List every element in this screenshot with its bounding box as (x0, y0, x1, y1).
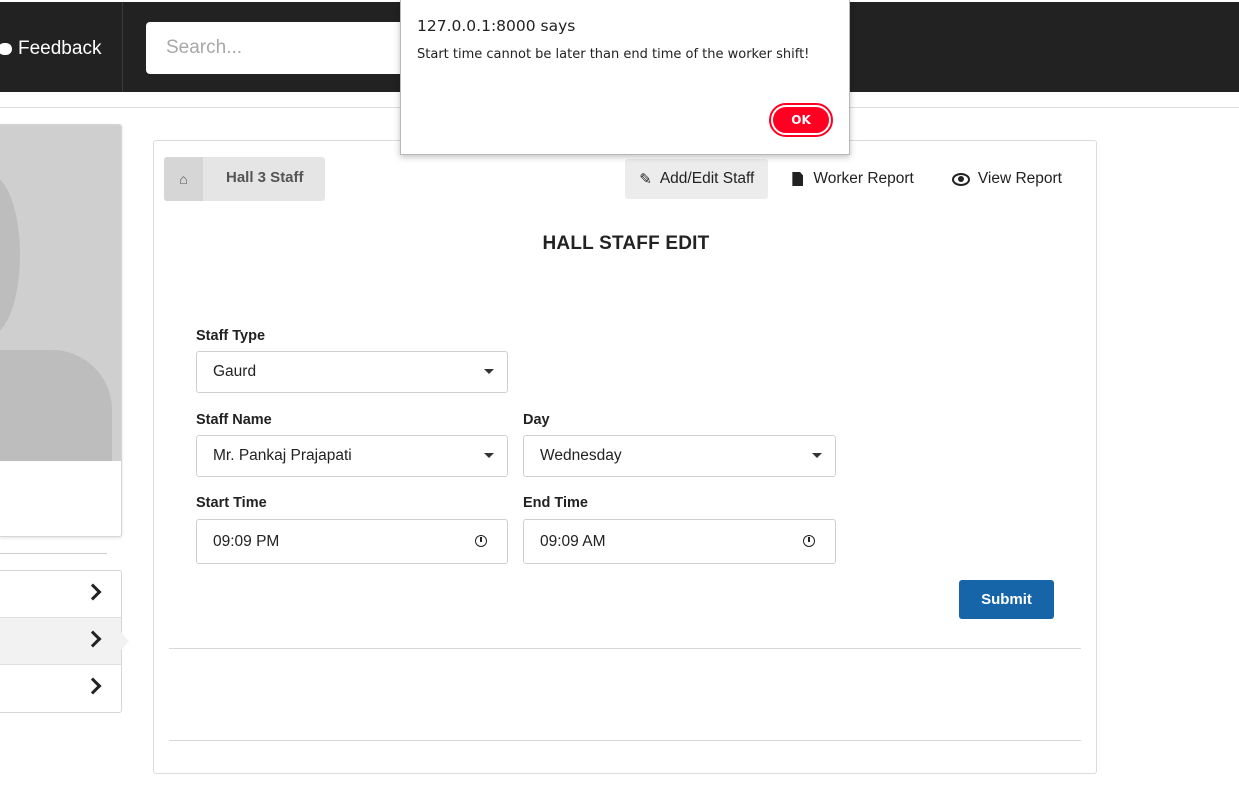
navbar-divider (122, 2, 123, 92)
staff-type-value: Gaurd (213, 363, 257, 380)
tab-label: Worker Report (813, 170, 914, 187)
avatar-head (0, 175, 20, 335)
tab-worker-report[interactable]: Worker Report (778, 159, 928, 199)
avatar-body (0, 350, 112, 461)
sidebar-item-2[interactable] (0, 618, 121, 665)
page-title: HALL STAFF EDIT (542, 233, 710, 254)
chat-bubble-icon (0, 43, 12, 55)
sidebar-item-3[interactable] (0, 665, 121, 712)
sidebar-divider (0, 553, 107, 554)
alert-dialog: 127.0.0.1:8000 says Start time cannot be… (400, 0, 850, 155)
feedback-link[interactable]: Feedback (0, 32, 101, 66)
ok-button[interactable]: OK (769, 103, 833, 137)
edit-icon: ✎ (639, 171, 652, 188)
submit-button[interactable]: Submit (959, 580, 1054, 619)
start-time-value: 09:09 PM (213, 532, 280, 550)
eye-icon (951, 172, 970, 186)
profile-card (0, 124, 122, 537)
clock-icon[interactable] (475, 535, 487, 547)
tab-label: View Report (977, 170, 1062, 187)
staff-name-label: Staff Name (196, 412, 272, 428)
start-time-label: Start Time (196, 495, 267, 511)
start-time-input[interactable]: 09:09 PM (196, 519, 508, 564)
day-select[interactable]: Wednesday (523, 435, 836, 477)
end-time-value: 09:09 AM (540, 532, 606, 550)
staff-name-value: Mr. Pankaj Prajapati (213, 447, 352, 464)
breadcrumb: ⌂ Hall 3 Staff (164, 157, 325, 201)
sidebar-item-1[interactable] (0, 571, 121, 618)
section-divider (169, 740, 1081, 741)
tab-label: Add/Edit Staff (659, 170, 755, 187)
report-tabs: ✎ Add/Edit Staff Worker Report View Repo… (615, 159, 1076, 199)
staff-type-label: Staff Type (196, 328, 266, 344)
staff-name-select[interactable]: Mr. Pankaj Prajapati (196, 435, 508, 477)
document-icon (792, 172, 804, 186)
day-value: Wednesday (540, 447, 622, 464)
home-icon: ⌂ (179, 171, 188, 187)
chevron-right-icon (84, 677, 102, 695)
day-label: Day (523, 412, 550, 428)
alert-message: Start time cannot be later than end time… (417, 47, 810, 62)
caret-down-icon (484, 369, 494, 374)
caret-down-icon (812, 453, 822, 458)
end-time-label: End Time (523, 495, 588, 511)
clock-icon[interactable] (803, 535, 815, 547)
feedback-label: Feedback (18, 38, 102, 59)
main-card: ⌂ Hall 3 Staff ✎ Add/Edit Staff Worker R… (153, 140, 1097, 774)
end-time-input[interactable]: 09:09 AM (523, 519, 836, 564)
breadcrumb-label: Hall 3 Staff (226, 168, 304, 186)
staff-type-select[interactable]: Gaurd (196, 351, 508, 393)
caret-down-icon (484, 453, 494, 458)
chevron-right-icon (84, 583, 102, 601)
search-input[interactable] (146, 22, 416, 74)
tab-view-report[interactable]: View Report (938, 159, 1076, 199)
breadcrumb-home[interactable]: ⌂ (164, 157, 203, 201)
section-divider (169, 648, 1081, 649)
chevron-right-icon (84, 630, 102, 648)
sidebar-menu (0, 570, 122, 713)
alert-origin: 127.0.0.1:8000 says (417, 17, 576, 35)
tab-add-edit-staff[interactable]: ✎ Add/Edit Staff (625, 159, 769, 199)
active-item-pointer (121, 632, 129, 650)
avatar (0, 125, 121, 461)
